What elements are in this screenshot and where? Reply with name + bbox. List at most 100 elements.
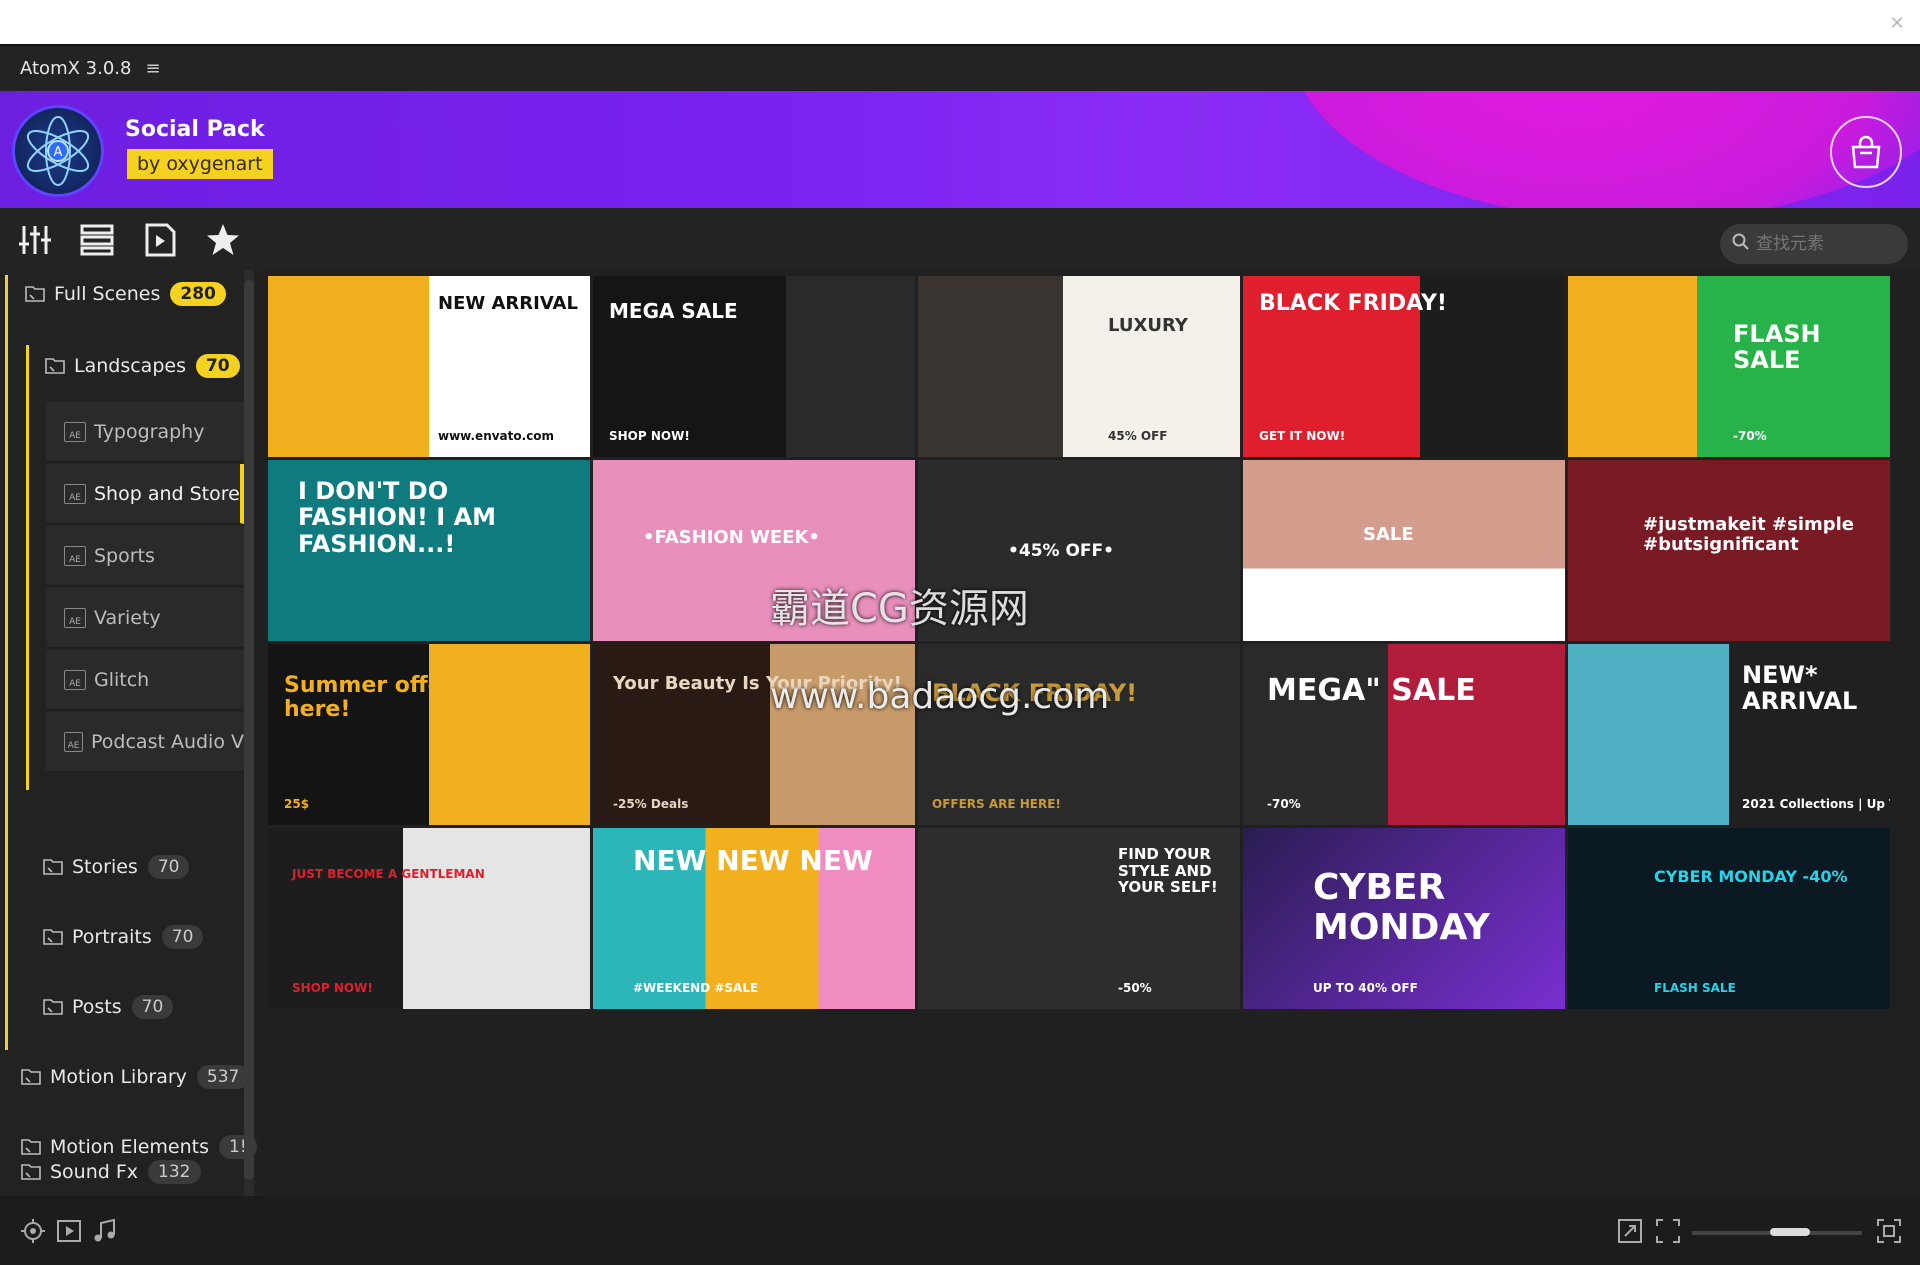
search-box[interactable] <box>1720 224 1908 264</box>
section-indicator <box>5 275 8 1050</box>
atomx-logo: A <box>12 105 104 197</box>
folder-icon <box>43 929 63 945</box>
svg-text:A: A <box>54 145 63 160</box>
sidebar-item-motion-elements[interactable]: Motion Elements 1! <box>20 1135 257 1159</box>
sidebar-item-podcast-audio[interactable]: AE Podcast Audio V <box>46 712 244 772</box>
slider-thumb[interactable] <box>1770 1228 1810 1236</box>
template-thumbnail[interactable]: CYBER MONDAY UP TO 40% OFF <box>1243 828 1565 1009</box>
shopping-bag-icon[interactable] <box>1830 116 1902 188</box>
thumbnail-headline: Summer offers are here! <box>284 673 515 723</box>
folder-icon <box>43 859 63 875</box>
ae-file-icon: AE <box>64 669 86 690</box>
template-thumbnail[interactable]: BLACK FRIDAY! GET IT NOW! <box>1243 276 1565 457</box>
folder-icon <box>21 1164 41 1180</box>
thumbnail-headline: JUST BECOME A GENTLEMAN <box>292 867 485 881</box>
watermark-title: 霸道CG资源网 <box>770 586 1029 632</box>
thumbnail-headline: MEGA SALE <box>609 299 738 323</box>
list-view-icon[interactable] <box>77 220 117 260</box>
count-badge: 70 <box>147 855 190 879</box>
watermark-url: www.badaocg.com <box>770 676 1110 717</box>
thumbnail-size-slider[interactable] <box>1692 1228 1862 1236</box>
thumbnail-subtext: 45% OFF <box>1108 429 1168 443</box>
toolbar <box>0 208 1920 270</box>
thumbnail-subtext: -70% <box>1733 429 1767 443</box>
ae-file-icon: AE <box>64 731 84 752</box>
sidebar-item-full-scenes[interactable]: Full Scenes 280 <box>24 282 226 306</box>
close-icon[interactable]: ✕ <box>1882 8 1912 38</box>
folder-icon <box>45 358 65 374</box>
window-top-strip: ✕ <box>0 0 1920 46</box>
sidebar-item-posts[interactable]: Posts 70 <box>42 995 174 1019</box>
sliders-icon[interactable] <box>15 220 55 260</box>
template-thumbnail[interactable]: I DON'T DO FASHION! I AM FASHION...! <box>268 460 590 641</box>
template-thumbnail[interactable]: Your Beauty Is Your Priority! -25% Deals <box>593 644 915 825</box>
count-badge: 70 <box>161 925 204 949</box>
sidebar-item-sound-fx[interactable]: Sound Fx 132 <box>20 1160 201 1184</box>
thumbnail-headline: •45% OFF• <box>1008 541 1115 561</box>
sidebar-item-variety[interactable]: AE Variety <box>46 588 244 648</box>
count-badge: 132 <box>148 1160 201 1184</box>
sidebar-scrollbar-thumb[interactable] <box>244 280 254 1180</box>
template-thumbnail[interactable]: NEW* ARRIVAL 2021 Collections | Up To 25%… <box>1568 644 1890 825</box>
thumbnail-headline: NEW ARRIVAL <box>438 293 578 314</box>
thumbnail-subtext: GET IT NOW! <box>1259 429 1346 443</box>
sidebar-item-label: Stories <box>72 856 138 878</box>
count-badge: 537 <box>196 1065 250 1089</box>
music-note-icon[interactable] <box>92 1218 118 1244</box>
ae-file-icon: AE <box>64 607 86 628</box>
count-badge: 70 <box>131 995 174 1019</box>
sidebar-item-label: Typography <box>94 420 205 443</box>
thumbnail-headline: FLASH SALE <box>1733 320 1821 375</box>
template-thumbnail[interactable]: FIND YOUR STYLE AND YOUR SELF! -50% <box>918 828 1240 1009</box>
thumbnail-headline: LUXURY <box>1108 315 1188 336</box>
favorites-star-icon[interactable] <box>203 220 243 260</box>
thumbnail-headline: •FASHION WEEK• <box>643 527 820 548</box>
sidebar-item-stories[interactable]: Stories 70 <box>42 855 190 879</box>
sidebar-item-glitch[interactable]: AE Glitch <box>46 650 244 710</box>
template-thumbnail[interactable]: Summer offers are here! 25$ <box>268 644 590 825</box>
template-thumbnail[interactable]: MEGA SALE SHOP NOW! <box>593 276 915 457</box>
sidebar-item-motion-library[interactable]: Motion Library 537 <box>20 1065 250 1089</box>
thumbnail-subtext: 2021 Collections | Up To 25% OFF <box>1742 797 1890 811</box>
thumbnail-subtext: OFFERS ARE HERE! <box>932 797 1061 811</box>
sidebar-item-typography[interactable]: AE Typography <box>46 402 244 462</box>
template-thumbnail[interactable]: CYBER MONDAY -40% FLASH SALE <box>1568 828 1890 1009</box>
template-thumbnail[interactable]: JUST BECOME A GENTLEMAN SHOP NOW! <box>268 828 590 1009</box>
sidebar-item-label: Glitch <box>94 668 150 691</box>
template-thumbnail[interactable]: NEW NEW NEW #WEEKEND #SALE <box>593 828 915 1009</box>
sidebar-item-label: Podcast Audio V <box>91 730 244 753</box>
ae-file-icon: AE <box>64 421 86 442</box>
sidebar-item-shop-and-store[interactable]: AE Shop and Store <box>46 464 244 524</box>
hamburger-menu-icon[interactable]: ≡ <box>145 58 160 79</box>
sidebar-item-label: Full Scenes <box>54 283 161 305</box>
folder-icon <box>25 286 45 302</box>
thumbnail-subtext: 25$ <box>284 797 310 811</box>
fullscreen-icon[interactable] <box>1876 1218 1902 1244</box>
sidebar-item-label: Portraits <box>72 926 152 948</box>
sidebar-item-sports[interactable]: AE Sports <box>46 526 244 586</box>
play-preview-icon[interactable] <box>56 1218 82 1244</box>
sidebar-item-portraits[interactable]: Portraits 70 <box>42 925 204 949</box>
thumbnail-subtext: www.envato.com <box>438 429 555 443</box>
template-thumbnail[interactable]: FLASH SALE -70% <box>1568 276 1890 457</box>
sidebar-item-label: Sports <box>94 544 155 567</box>
fit-screen-icon[interactable] <box>1655 1218 1681 1244</box>
expand-icon[interactable] <box>1617 1218 1643 1244</box>
app-title: AtomX 3.0.8 <box>20 58 132 79</box>
template-thumbnail[interactable]: BLACK FRIDAY! OFFERS ARE HERE! <box>918 644 1240 825</box>
sidebar-item-landscapes[interactable]: Landscapes 70 <box>44 354 240 378</box>
template-thumbnail[interactable]: SALE NEW COLLECTION <box>1243 460 1565 641</box>
thumbnail-subtext: FLASH SALE <box>1654 981 1736 995</box>
video-preview-icon[interactable] <box>140 220 180 260</box>
sidebar-item-label: Motion Elements <box>50 1136 210 1158</box>
pack-author[interactable]: by oxygenart <box>127 149 273 179</box>
search-input[interactable] <box>1756 234 1896 254</box>
template-thumbnail[interactable]: #justmakeit #simple #butsignificant <box>1568 460 1890 641</box>
template-thumbnail[interactable]: MEGA" SALE -70% <box>1243 644 1565 825</box>
status-footer <box>0 1196 1920 1265</box>
thumbnail-headline: MEGA" SALE <box>1267 673 1476 708</box>
thumbnail-headline: CYBER MONDAY -40% <box>1654 867 1848 886</box>
template-thumbnail[interactable]: NEW ARRIVAL www.envato.com <box>268 276 590 457</box>
target-icon[interactable] <box>20 1218 46 1244</box>
template-thumbnail[interactable]: LUXURY 45% OFF <box>918 276 1240 457</box>
